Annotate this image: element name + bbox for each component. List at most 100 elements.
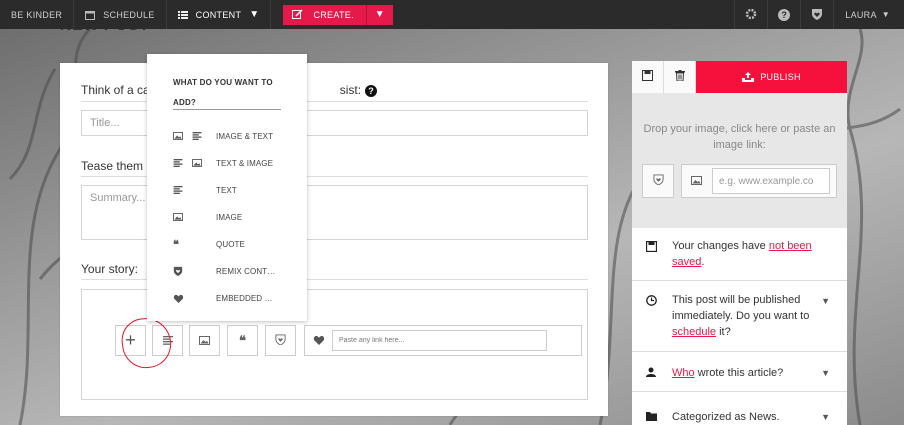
menu-item-label: IMAGE & TEXT — [216, 131, 274, 141]
category-row[interactable]: Categorized as News. ▼ — [632, 392, 847, 425]
annotation-circle — [118, 314, 175, 372]
embed-link-group — [304, 325, 582, 356]
menu-item-embedded[interactable]: EMBEDDED … — [173, 288, 293, 308]
remix-icon — [173, 266, 183, 276]
nav-schedule-label: SCHEDULE — [103, 9, 155, 20]
menu-item-label: REMIX CONT… — [216, 266, 276, 276]
schedule-prefix: This post will be published immediately.… — [672, 294, 810, 322]
embed-icon — [313, 332, 325, 350]
help-icon: ? — [778, 8, 791, 21]
user-menu[interactable]: LAURA ▼ — [833, 0, 904, 29]
menu-item-remix[interactable]: REMIX CONT… — [173, 261, 293, 281]
help-button[interactable]: ? — [767, 0, 800, 29]
drop-text: Drop your image, click here or paste an … — [643, 123, 836, 151]
schedule-text: This post will be published immediately.… — [672, 292, 822, 340]
divider — [173, 109, 281, 110]
create-dropdown-toggle[interactable]: ▼ — [365, 4, 393, 25]
menu-item-label: TEXT & IMAGE — [216, 158, 274, 168]
remix-icon — [275, 332, 286, 350]
chevron-down-icon: ▼ — [374, 9, 385, 20]
create-label: CREATE. — [313, 9, 354, 20]
publish-label: PUBLISH — [760, 72, 801, 82]
gear-icon — [745, 8, 757, 22]
menu-item-image[interactable]: IMAGE — [173, 207, 293, 227]
headline-label-start: Think of a ca — [81, 83, 150, 97]
heart-shield-icon — [811, 8, 823, 22]
publish-icon — [742, 72, 755, 82]
menu-title: WHAT DO YOU WANT TO ADD? — [173, 78, 273, 107]
user-name: LAURA — [845, 9, 877, 20]
quote-icon: ❝ — [173, 238, 180, 251]
chevron-down-icon: ▼ — [249, 9, 260, 20]
chevron-down-icon[interactable]: ▼ — [821, 412, 830, 422]
image-url-input[interactable] — [712, 168, 830, 194]
embed-link-input[interactable] — [332, 330, 547, 351]
top-navbar: BE KINDER SCHEDULE CONTENT ▼ CREATE. ▼ ? — [0, 0, 904, 29]
who-link[interactable]: Who — [672, 367, 695, 379]
delete-button[interactable] — [664, 61, 696, 93]
settings-button[interactable] — [734, 0, 767, 29]
brand-link[interactable]: BE KINDER — [0, 0, 75, 29]
remix-image-button[interactable] — [642, 164, 674, 198]
menu-item-image-text[interactable]: IMAGE & TEXT — [173, 126, 293, 146]
story-label: Your story: — [81, 262, 138, 276]
save-status-text: Your changes have not been saved. — [672, 238, 822, 270]
list-icon — [177, 10, 188, 20]
notifications-button[interactable] — [800, 0, 833, 29]
schedule-row[interactable]: This post will be published immediately.… — [632, 281, 847, 352]
save-status-prefix: Your changes have — [672, 240, 769, 252]
menu-item-label: QUOTE — [216, 239, 245, 249]
nav-schedule[interactable]: SCHEDULE — [74, 0, 167, 29]
image-icon — [192, 159, 202, 167]
menu-item-text-image[interactable]: TEXT & IMAGE — [173, 153, 293, 173]
chevron-down-icon[interactable]: ▼ — [821, 296, 830, 306]
nav-right: ? LAURA ▼ — [734, 0, 904, 29]
category-text: Categorized as News. — [672, 411, 780, 423]
text-icon — [173, 186, 183, 194]
remix-icon — [652, 172, 664, 190]
quote-icon: ❝ — [239, 332, 246, 348]
edit-icon — [292, 9, 303, 20]
nav-content[interactable]: CONTENT ▼ — [167, 0, 272, 29]
user-icon — [646, 367, 656, 377]
add-image-button[interactable] — [189, 325, 220, 356]
trash-icon — [674, 68, 685, 86]
add-quote-button[interactable]: ❝ — [227, 325, 258, 356]
menu-item-label: TEXT — [216, 185, 237, 195]
menu-item-quote[interactable]: ❝ QUOTE — [173, 234, 293, 254]
image-icon — [173, 213, 183, 221]
save-icon — [642, 68, 653, 86]
brand-label: BE KINDER — [11, 9, 63, 20]
tease-label: Tease them — [81, 159, 144, 173]
embed-icon — [173, 294, 184, 303]
add-remix-button[interactable] — [265, 325, 296, 356]
chevron-down-icon: ▼ — [881, 10, 890, 19]
sidebar-actions: PUBLISH — [632, 61, 847, 93]
folder-icon — [646, 412, 658, 421]
image-icon — [691, 172, 702, 190]
publish-button[interactable]: PUBLISH — [696, 61, 847, 93]
nav-content-label: CONTENT — [195, 9, 242, 20]
create-button[interactable]: CREATE. — [283, 4, 366, 25]
save-status-suffix: . — [701, 256, 705, 268]
author-row[interactable]: Who wrote this article? ▼ — [632, 352, 847, 392]
create-group: CREATE. ▼ — [283, 4, 393, 25]
headline-label-end: sist: — [339, 83, 362, 97]
menu-item-text[interactable]: TEXT — [173, 180, 293, 200]
image-url-group — [681, 164, 837, 198]
schedule-suffix: it? — [716, 326, 731, 338]
help-icon[interactable]: ? — [365, 84, 378, 97]
editor-card: Think of a ca sist:? Tease them Your stor… — [60, 63, 608, 416]
text-icon — [173, 159, 183, 167]
image-icon — [199, 332, 210, 350]
clock-icon — [646, 295, 657, 306]
author-text: Who wrote this article? — [672, 365, 822, 381]
save-status-row: Your changes have not been saved. — [632, 228, 847, 281]
schedule-link[interactable]: schedule — [672, 326, 716, 338]
image-drop-zone[interactable]: Drop your image, click here or paste an … — [632, 93, 847, 228]
chevron-down-icon[interactable]: ▼ — [821, 368, 830, 378]
image-icon — [173, 132, 183, 140]
author-suffix: wrote this article? — [694, 367, 784, 379]
save-icon — [646, 241, 657, 252]
save-button[interactable] — [632, 61, 664, 93]
